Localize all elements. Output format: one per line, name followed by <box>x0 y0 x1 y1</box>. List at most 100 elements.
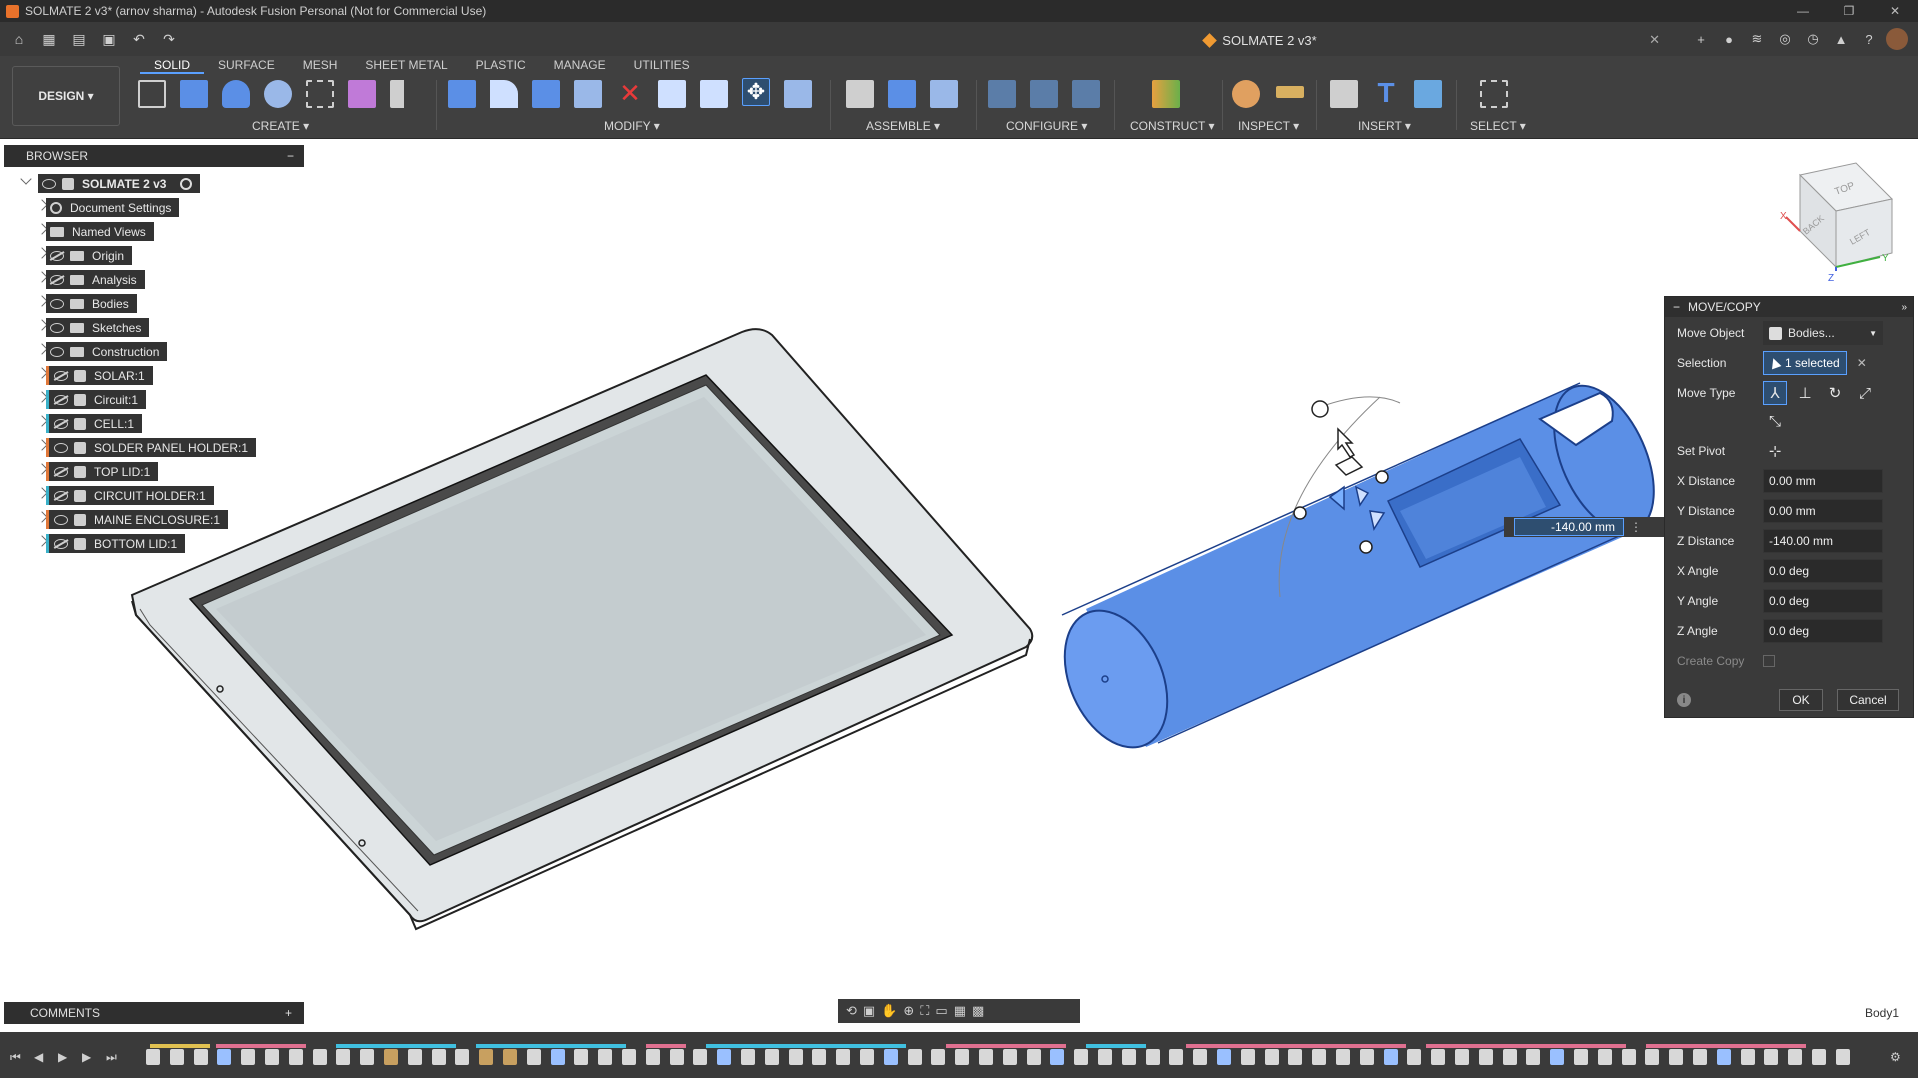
timeline-feature-icon[interactable] <box>907 1049 922 1065</box>
pattern-icon[interactable] <box>306 80 334 108</box>
browser-header[interactable]: BROWSER − <box>4 145 304 167</box>
browser-row[interactable]: CELL:1 <box>4 411 304 435</box>
z-distance-input[interactable]: -140.00 mm <box>1763 529 1883 553</box>
timeline-feature-icon[interactable] <box>788 1049 803 1065</box>
browser-item[interactable]: BOTTOM LID:1 <box>46 534 186 553</box>
tab-manage[interactable]: MANAGE <box>540 56 620 74</box>
split-body-icon[interactable] <box>700 80 728 108</box>
revolve-icon[interactable] <box>222 80 250 108</box>
pan-icon[interactable]: ✋ <box>881 1003 897 1019</box>
hole-icon[interactable] <box>264 80 292 108</box>
info-icon[interactable]: i <box>1677 693 1691 707</box>
timeline-feature-icon[interactable] <box>1217 1049 1231 1065</box>
timeline-feature-icon[interactable] <box>860 1049 874 1065</box>
tab-solid[interactable]: SOLID <box>140 56 205 74</box>
timeline-feature-icon[interactable] <box>1693 1049 1707 1065</box>
active-component-icon[interactable] <box>180 177 193 190</box>
configure-rule-icon[interactable] <box>1030 80 1058 108</box>
browser-row[interactable]: SOLDER PANEL HOLDER:1 <box>4 435 304 459</box>
rotate-icon[interactable]: ↻ <box>1823 381 1847 405</box>
dialog-expand-icon[interactable]: » <box>1901 302 1907 313</box>
workspace-switcher-button[interactable]: DESIGN ▾ <box>12 66 120 126</box>
browser-row[interactable]: Document Settings <box>4 195 304 219</box>
timeline-feature-icon[interactable] <box>622 1049 636 1065</box>
home-icon[interactable]: ⌂ <box>8 28 30 50</box>
zoom-icon[interactable]: ⊕ <box>903 1003 914 1019</box>
timeline-feature-icon[interactable] <box>503 1049 517 1065</box>
online-icon[interactable]: ◎ <box>1774 28 1796 50</box>
timeline-feature-icon[interactable] <box>693 1049 708 1065</box>
timeline-feature-icon[interactable] <box>1788 1049 1803 1065</box>
clock-icon[interactable]: ◷ <box>1802 28 1824 50</box>
timeline-feature-icon[interactable] <box>836 1049 851 1065</box>
timeline-feature-icon[interactable] <box>384 1049 398 1065</box>
timeline-feature-icon[interactable] <box>1026 1049 1041 1065</box>
timeline-feature-icon[interactable] <box>360 1049 375 1065</box>
browser-item[interactable]: Analysis <box>46 270 145 289</box>
timeline-settings-icon[interactable]: ⚙ <box>1890 1050 1901 1064</box>
timeline-feature-icon[interactable] <box>431 1049 446 1065</box>
viewcube[interactable]: TOP BACK LEFT X Y Z <box>1780 162 1894 284</box>
comments-panel[interactable]: COMMENTS + <box>4 1002 304 1024</box>
orbit-icon[interactable]: ⟲ <box>846 1003 857 1019</box>
maine-enclosure-body[interactable] <box>1045 371 1674 764</box>
close-button[interactable]: ✕ <box>1872 4 1918 18</box>
create-form-icon[interactable] <box>348 80 376 108</box>
browser-item[interactable]: Named Views <box>46 222 154 241</box>
visibility-eye-icon[interactable] <box>50 322 64 333</box>
visibility-eye-icon[interactable] <box>50 346 64 357</box>
timeline-feature-icon[interactable] <box>169 1049 184 1065</box>
timeline-feature-icon[interactable] <box>1455 1049 1469 1065</box>
timeline-play-icon[interactable]: ▶ <box>58 1050 67 1064</box>
timeline-feature-icon[interactable] <box>1240 1049 1255 1065</box>
timeline-feature-icon[interactable] <box>455 1049 470 1065</box>
timeline-feature-icon[interactable] <box>1764 1049 1779 1065</box>
redo-icon[interactable]: ↷ <box>158 28 180 50</box>
timeline-feature-icon[interactable] <box>479 1049 494 1065</box>
timeline-feature-icon[interactable] <box>883 1049 898 1065</box>
cloud-icon[interactable]: ● <box>1718 28 1740 50</box>
split-face-icon[interactable] <box>658 80 686 108</box>
timeline-feature-icon[interactable] <box>146 1049 160 1065</box>
browser-item[interactable]: SOLMATE 2 v3 <box>38 174 201 193</box>
cancel-button[interactable]: Cancel <box>1837 689 1899 711</box>
timeline-feature-icon[interactable] <box>193 1049 208 1065</box>
timeline-feature-icon[interactable] <box>1336 1049 1350 1065</box>
browser-row[interactable]: Construction <box>4 339 304 363</box>
timeline-feature-icon[interactable] <box>1478 1049 1493 1065</box>
timeline-feature-icon[interactable] <box>550 1049 565 1065</box>
fit-icon[interactable]: ⛶ <box>920 1003 929 1019</box>
insert-menu[interactable]: INSERT ▾ <box>1358 119 1411 133</box>
browser-row[interactable]: Origin <box>4 243 304 267</box>
browser-row[interactable]: MAINE ENCLOSURE:1 <box>4 507 304 531</box>
tab-sheet-metal[interactable]: SHEET METAL <box>351 56 461 74</box>
chevron-down-icon[interactable] <box>20 173 32 185</box>
visibility-eye-icon[interactable] <box>50 298 64 309</box>
move-copy-icon[interactable]: ✥ <box>742 78 770 106</box>
look-at-icon[interactable]: ▣ <box>863 1003 875 1019</box>
as-built-joint-icon[interactable] <box>930 80 958 108</box>
timeline-feature-icon[interactable] <box>1193 1049 1208 1065</box>
tab-mesh[interactable]: MESH <box>289 56 352 74</box>
timeline-feature-icon[interactable] <box>265 1049 279 1065</box>
mirror-icon[interactable] <box>390 80 418 108</box>
select-box-icon[interactable] <box>1480 80 1508 108</box>
add-comment-icon[interactable]: + <box>285 1006 292 1020</box>
timeline-feature-icon[interactable] <box>645 1049 660 1065</box>
timeline-feature-icon[interactable] <box>1669 1049 1684 1065</box>
insert-derive-icon[interactable] <box>1330 80 1358 108</box>
tab-utilities[interactable]: UTILITIES <box>620 56 704 74</box>
new-component-icon[interactable] <box>846 80 874 108</box>
browser-item[interactable]: TOP LID:1 <box>46 462 159 481</box>
timeline-feature-icon[interactable] <box>1431 1049 1446 1065</box>
timeline-last-icon[interactable]: ⏭ <box>106 1050 117 1065</box>
timeline-feature-icon[interactable] <box>1312 1049 1327 1065</box>
browser-item[interactable]: MAINE ENCLOSURE:1 <box>46 510 229 529</box>
timeline-feature-icon[interactable] <box>574 1049 589 1065</box>
browser-row[interactable]: BOTTOM LID:1 <box>4 531 304 555</box>
timeline-feature-icon[interactable] <box>1502 1049 1517 1065</box>
timeline-feature-icon[interactable] <box>598 1049 613 1065</box>
timeline-feature-icon[interactable] <box>1597 1049 1612 1065</box>
browser-row[interactable]: Bodies <box>4 291 304 315</box>
file-menu-icon[interactable]: ▤ <box>68 28 90 50</box>
